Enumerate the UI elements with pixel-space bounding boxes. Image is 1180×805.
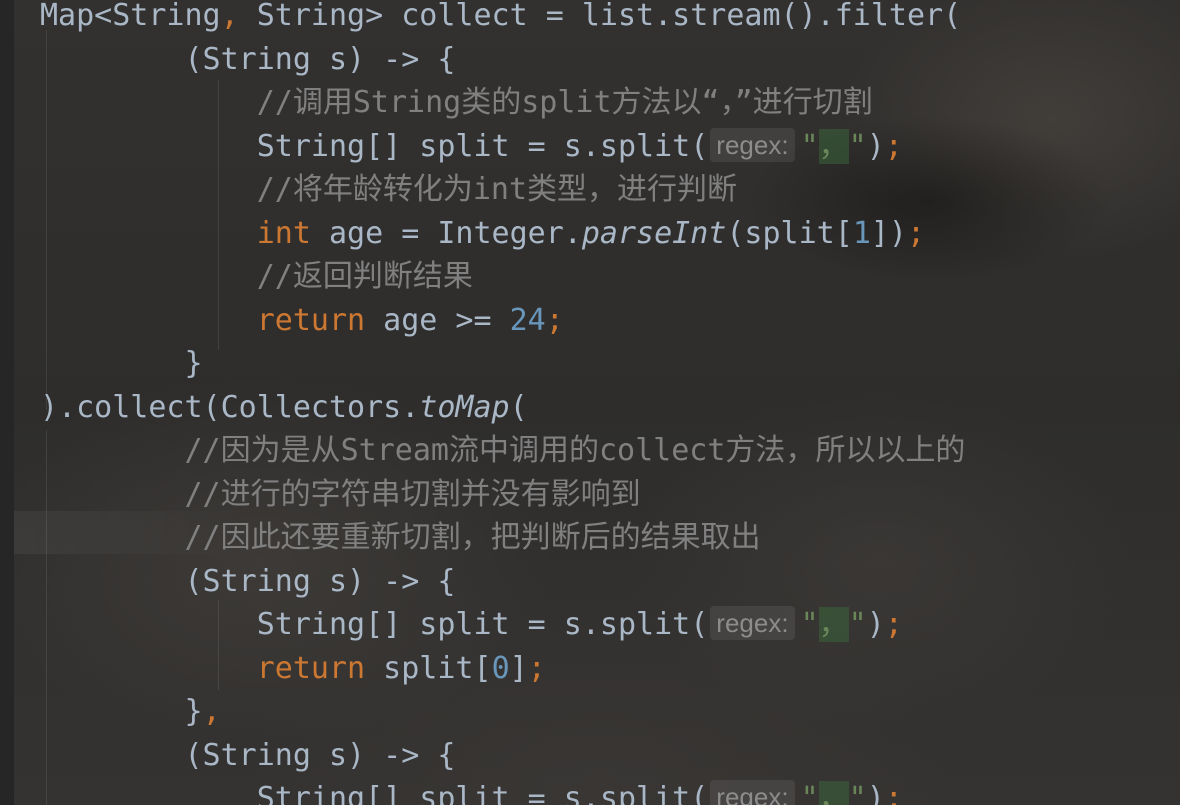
code-comment: //因为是从Stream流中调用的collect方法，所以以上的 xyxy=(184,433,966,468)
code-line[interactable]: Map<String, String> collect = list.strea… xyxy=(40,0,965,38)
code-keyword: ; xyxy=(545,302,564,338)
parameter-hint: regex: xyxy=(710,127,795,162)
code-token: Map<String xyxy=(40,0,221,33)
code-keyword: , xyxy=(202,694,221,729)
code-line[interactable]: ).collect(Collectors.toMap( xyxy=(40,386,965,430)
code-keyword: ; xyxy=(527,650,546,686)
code-keyword: return xyxy=(256,650,366,686)
code-token: (String s) -> { xyxy=(184,563,456,599)
code-string: " xyxy=(848,128,867,164)
code-line[interactable]: (String s) -> { xyxy=(40,560,965,604)
parameter-hint: regex: xyxy=(710,606,795,640)
parameter-hint: regex: xyxy=(710,780,795,805)
code-line[interactable]: return split[0]; xyxy=(40,647,965,691)
code-line[interactable]: //因此还要重新切割，把判断后的结果取出 xyxy=(40,516,965,560)
code-keyword: , xyxy=(220,0,239,33)
code-line[interactable]: //因为是从Stream流中调用的collect方法，所以以上的 xyxy=(40,429,966,473)
code-comment: //进行的字符串切割并没有影响到 xyxy=(184,476,641,512)
code-token: ) xyxy=(866,128,885,164)
code-line[interactable]: String[] split = s.split(regex: "，"); xyxy=(40,125,965,169)
code-token: (split[ xyxy=(726,215,853,251)
code-number: 24 xyxy=(509,302,546,338)
code-keyword: ; xyxy=(907,215,926,251)
code-comment: //调用String类的split方法以“，”进行切割 xyxy=(256,85,873,120)
code-line[interactable]: String[] split = s.split(regex: "，"); xyxy=(40,777,965,805)
code-string: " xyxy=(800,128,819,164)
code-string: " xyxy=(848,607,867,642)
code-string: " xyxy=(800,607,819,642)
code-token: ( xyxy=(509,389,528,425)
code-string: " xyxy=(848,781,867,805)
code-token: ] xyxy=(509,650,528,686)
code-token: String> collect = list.stream().filter( xyxy=(238,0,962,33)
code-line[interactable]: //进行的字符串切割并没有影响到 xyxy=(40,473,965,517)
code-comment: //返回判断结果 xyxy=(256,259,473,294)
code-line[interactable]: (String s) -> { xyxy=(40,734,965,778)
code-line[interactable]: } xyxy=(40,342,965,386)
code-token: String[] split = s.split( xyxy=(256,781,709,805)
code-token: age = Integer. xyxy=(310,215,582,251)
code-line[interactable]: //返回判断结果 xyxy=(40,255,965,299)
code-token: parseInt xyxy=(581,215,727,251)
code-string: ， xyxy=(818,781,849,805)
code-token: (String s) -> { xyxy=(184,41,456,77)
code-string: ， xyxy=(818,607,849,642)
code-token: ) xyxy=(866,781,885,805)
code-editor[interactable]: Map<String, String> collect = list.strea… xyxy=(0,0,1180,805)
code-line[interactable]: return age >= 24; xyxy=(40,299,965,343)
code-token: ).collect(Collectors. xyxy=(40,389,420,425)
code-line[interactable]: String[] split = s.split(regex: "，"); xyxy=(40,603,965,647)
code-line[interactable]: //调用String类的split方法以“，”进行切割 xyxy=(40,81,965,125)
code-keyword: return xyxy=(256,302,366,338)
code-token: } xyxy=(184,346,203,381)
editor-gutter xyxy=(0,0,14,805)
code-string: " xyxy=(800,781,819,805)
code-comment: //将年龄转化为int类型，进行判断 xyxy=(256,172,738,207)
code-token: ) xyxy=(866,607,885,642)
code-line[interactable]: (String s) -> { xyxy=(40,38,965,82)
code-token: String[] split = s.split( xyxy=(256,607,709,642)
code-number: 1 xyxy=(852,215,871,251)
code-number: 0 xyxy=(491,650,510,686)
code-token: (String s) -> { xyxy=(184,737,456,773)
code-token: String[] split = s.split( xyxy=(256,128,709,164)
code-token: age >= xyxy=(365,302,510,338)
code-keyword: ; xyxy=(884,781,903,805)
code-token: split[ xyxy=(365,650,492,686)
code-keyword: ; xyxy=(884,128,903,164)
code-comment: //因此还要重新切割，把判断后的结果取出 xyxy=(184,520,761,555)
code-token: } xyxy=(184,694,203,729)
code-token: toMap xyxy=(419,389,510,425)
code-keyword: int xyxy=(256,215,311,251)
code-line[interactable]: //将年龄转化为int类型，进行判断 xyxy=(40,168,965,212)
code-text[interactable]: Map<String, String> collect = list.strea… xyxy=(40,0,965,805)
code-token: ]) xyxy=(870,215,907,251)
code-line[interactable]: int age = Integer.parseInt(split[1]); xyxy=(40,212,965,256)
code-keyword: ; xyxy=(884,607,903,642)
code-line[interactable]: }, xyxy=(40,690,965,734)
code-string: ， xyxy=(818,128,849,164)
